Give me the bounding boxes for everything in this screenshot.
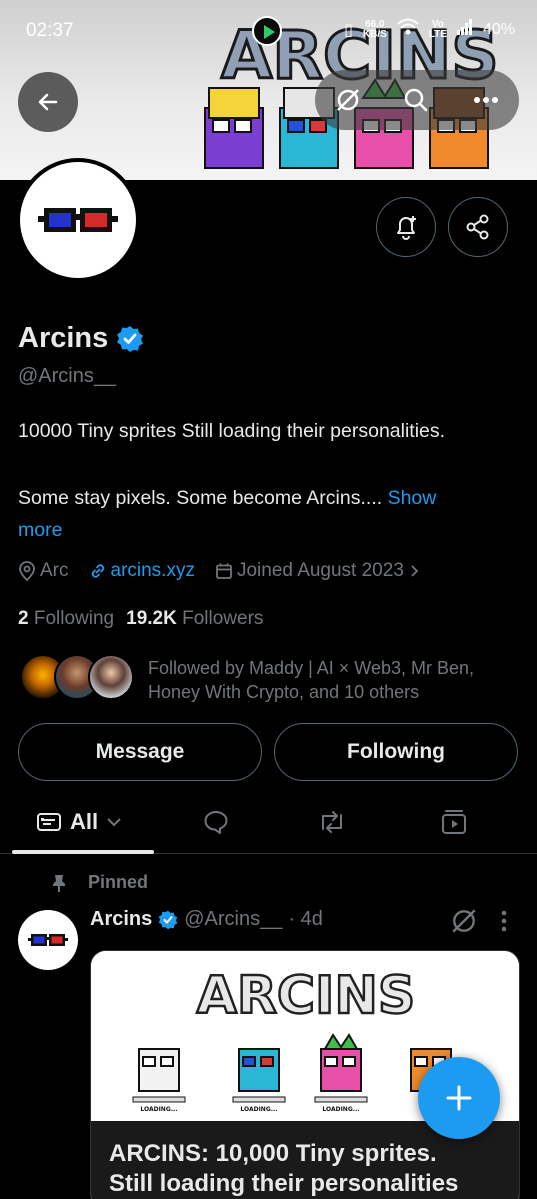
notifications-button[interactable] (376, 197, 436, 257)
grok-icon (337, 89, 359, 111)
card-art-title: ARCINS (197, 966, 416, 1026)
more-options-button[interactable] (471, 85, 501, 115)
tab-media[interactable] (434, 802, 474, 842)
chevron-down-icon (107, 818, 121, 827)
post-grok-button[interactable] (450, 907, 478, 940)
followers-count: 19.2K (126, 608, 177, 629)
website[interactable]: arcins.xyz (89, 560, 195, 582)
followed-by-text: Followed by Maddy | AI × Web3, Mr Ben, H… (148, 656, 528, 704)
link-icon (91, 564, 104, 578)
profile-banner[interactable]: ARCINS 02:37 ▯ 66.0 KB/S Vo LTE 40% (0, 0, 537, 180)
joined-text: Joined August 2023 (236, 560, 404, 581)
wifi-icon (397, 18, 419, 41)
profile-tabs: All (0, 790, 537, 854)
card-title-line-2: Still loading their personalities (109, 1170, 459, 1197)
joined-date[interactable]: Joined August 2023 (215, 560, 420, 582)
volte-indicator: Vo LTE (428, 19, 447, 40)
verified-badge-icon[interactable] (116, 325, 144, 353)
tab-reposts[interactable] (312, 802, 352, 842)
volte-bottom: LTE (428, 28, 447, 40)
active-tab-indicator (12, 850, 154, 854)
calendar-icon (216, 563, 232, 579)
reply-icon (204, 811, 228, 834)
network-speed: 66.0 KB/S (362, 19, 387, 40)
share-icon (466, 214, 489, 240)
share-button[interactable] (448, 197, 508, 257)
bio-text: Some stay pixels. Some become Arcins.... (18, 487, 388, 509)
repost-icon (322, 811, 342, 833)
card-loading-1: LOADING... (140, 1106, 177, 1113)
profile-avatar[interactable] (16, 158, 140, 282)
media-icon (442, 810, 466, 834)
followers-label: Followers (182, 608, 264, 629)
tab-replies[interactable] (196, 802, 236, 842)
vibrate-icon: ▯ (344, 21, 353, 39)
followers-stat[interactable]: 19.2K Followers (126, 608, 263, 630)
card-title-line-1: ARCINS: 10,000 Tiny sprites. (109, 1140, 437, 1167)
compose-post-button[interactable] (418, 1057, 500, 1139)
3d-glasses-logo (28, 934, 68, 946)
followed-by-line-1: Followed by Maddy | AI × Web3, Mr Ben, (148, 658, 474, 678)
pin-icon (53, 874, 65, 892)
post-avatar[interactable] (18, 910, 78, 970)
bio-line-2: Some stay pixels. Some become Arcins....… (18, 482, 518, 546)
following-count: 2 (18, 608, 29, 629)
search-icon (404, 88, 428, 112)
profile-meta: Arc arcins.xyz Joined August 2023 (18, 560, 434, 582)
profile-name: Arcins (18, 322, 109, 354)
more-vertical-icon (501, 910, 507, 932)
battery-level: 40% (482, 20, 515, 38)
message-button[interactable]: Message (18, 723, 262, 781)
grok-icon (452, 909, 476, 933)
following-stat[interactable]: 2 Following (18, 608, 114, 630)
post-handle: @Arcins__ (184, 908, 283, 930)
more-horizontal-icon (474, 97, 498, 103)
following-label: Following (33, 608, 115, 629)
signal-icon (456, 19, 473, 40)
website-link[interactable]: arcins.xyz (111, 560, 195, 582)
card-loading-2: LOADING... (240, 1106, 277, 1113)
follower-avatar (88, 654, 134, 700)
show-more-show: Show (387, 487, 437, 509)
followed-by[interactable]: Followed by Maddy | AI × Web3, Mr Ben, H… (20, 654, 520, 702)
status-bar: 02:37 ▯ 66.0 KB/S Vo LTE 40% (0, 0, 537, 58)
location: Arc (18, 560, 69, 582)
pinned-label: Pinned (88, 872, 149, 892)
post-age: · 4d (288, 908, 323, 930)
post-author[interactable]: Arcins (90, 908, 152, 931)
status-indicators: ▯ 66.0 KB/S Vo LTE 40% (344, 18, 515, 41)
show-more-more: more (18, 519, 63, 541)
following-button[interactable]: Following (274, 723, 518, 781)
followed-by-line-2: Honey With Crypto, and 10 others (148, 682, 420, 702)
network-speed-unit: KB/S (362, 28, 387, 40)
location-text: Arc (40, 560, 69, 581)
pinned-indicator: Pinned (50, 872, 148, 893)
bio-line-1: 10000 Tiny sprites Still loading their p… (18, 420, 446, 442)
plus-icon (446, 1085, 472, 1111)
timeline-icon (37, 813, 61, 831)
top-actions (315, 70, 519, 130)
grok-button[interactable] (333, 85, 363, 115)
bell-plus-icon (397, 216, 416, 240)
media-player-icon (252, 16, 282, 46)
status-time: 02:37 (26, 20, 74, 41)
location-pin-icon (19, 561, 35, 581)
tab-all[interactable]: All (36, 802, 122, 842)
arrow-left-icon (38, 93, 58, 111)
3d-glasses-logo (38, 208, 118, 232)
post-more-button[interactable] (500, 910, 508, 937)
chevron-right-icon (411, 565, 419, 577)
profile-name-row: Arcins (18, 322, 144, 355)
card-loading-3: LOADING... (322, 1106, 359, 1113)
profile-handle: @Arcins__ (18, 365, 117, 387)
verified-badge-icon (158, 910, 178, 929)
back-button[interactable] (18, 72, 78, 132)
tab-all-label: All (70, 809, 99, 834)
follow-stats: 2 Following 19.2K Followers (18, 608, 263, 630)
search-button[interactable] (401, 85, 431, 115)
post-header: Arcins @Arcins__ · 4d (90, 908, 323, 931)
